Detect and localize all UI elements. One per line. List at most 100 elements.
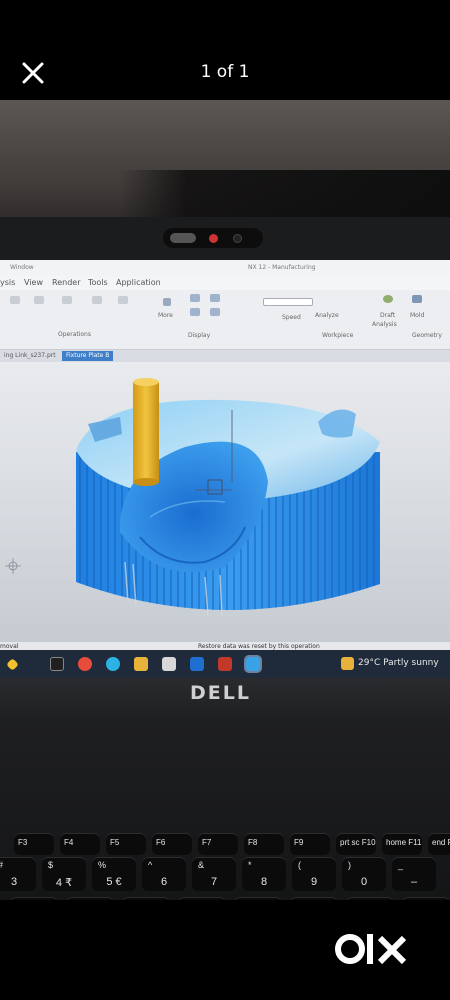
key-label: 4 ₹: [55, 877, 73, 889]
key[interactable]: F3: [14, 833, 54, 855]
ribbon-icon[interactable]: [92, 296, 102, 304]
file-explorer-icon[interactable]: [134, 657, 148, 671]
key[interactable]: home F11: [382, 833, 422, 855]
graphics-viewport[interactable]: [0, 362, 450, 642]
key-top-label: ^: [148, 860, 153, 870]
ribbon-icon[interactable]: [10, 296, 20, 304]
nx-icon[interactable]: [244, 655, 262, 673]
sparkle-icon[interactable]: [6, 658, 19, 671]
key-label: 8: [260, 876, 268, 888]
key[interactable]: F5: [106, 833, 146, 855]
cad-model: [5, 378, 380, 617]
key[interactable]: & 7: [192, 857, 236, 891]
dell-logo: DELL: [190, 682, 251, 704]
ribbon-icon[interactable]: [62, 296, 72, 304]
ribbon-mold-label[interactable]: Mold: [410, 312, 424, 319]
store-icon[interactable]: [162, 657, 176, 671]
key-label: 3: [10, 876, 18, 888]
key-top-label: F9: [294, 838, 304, 847]
key-top-label: ): [348, 860, 351, 870]
key[interactable]: % 5 €: [92, 857, 136, 891]
key[interactable]: ^ 6: [142, 857, 186, 891]
chrome-icon[interactable]: [78, 657, 92, 671]
ribbon-icon[interactable]: [190, 294, 200, 302]
mold-icon[interactable]: [412, 295, 422, 303]
ribbon-more-label[interactable]: More: [158, 312, 173, 319]
taskview-icon[interactable]: [50, 657, 64, 671]
key-label: –: [410, 876, 418, 888]
key-top-label: prt sc F10: [340, 838, 376, 847]
key-top-label: $: [48, 860, 54, 870]
ribbon-group-operations: Operations: [58, 331, 91, 338]
photo: Window NX 12 - Manufacturing ysis View R…: [0, 100, 450, 900]
speed-dropdown[interactable]: [263, 298, 313, 306]
key-label: 7: [210, 876, 218, 888]
ribbon-draft-label[interactable]: Draft: [380, 312, 395, 319]
app-icon[interactable]: [218, 657, 232, 671]
draft-icon[interactable]: [383, 295, 393, 303]
key[interactable]: #3: [0, 857, 36, 891]
olx-logo: [335, 934, 407, 965]
key-top-label: F7: [202, 838, 212, 847]
edge-icon[interactable]: [106, 657, 120, 671]
key-top-label: F8: [248, 838, 258, 847]
doc-tab-fixture-plate[interactable]: Fixture Plate B: [62, 351, 114, 361]
more-icon[interactable]: [163, 298, 171, 306]
ribbon-tab-application[interactable]: Application: [116, 278, 161, 287]
key[interactable]: F6: [152, 833, 192, 855]
app-titlebar: Window NX 12 - Manufacturing: [0, 260, 450, 276]
window-menu[interactable]: Window: [10, 264, 34, 271]
key[interactable]: F4: [60, 833, 100, 855]
key[interactable]: $4 ₹: [42, 857, 86, 891]
key-label: 6: [160, 876, 168, 888]
document-tabs: ing Link_s237.prt Fixture Plate B: [0, 350, 450, 362]
windows-taskbar: 29°C Partly sunny: [0, 650, 450, 678]
key[interactable]: _ –: [392, 857, 436, 891]
key[interactable]: ) 0: [342, 857, 386, 891]
ribbon-group-workpiece: Workpiece: [322, 332, 354, 339]
ribbon-tab-render[interactable]: Render: [52, 278, 80, 287]
key-top-label: end F: [432, 838, 450, 847]
key-top-label: %: [98, 860, 107, 870]
key[interactable]: F7: [198, 833, 238, 855]
viewer-header: 1 of 1: [0, 0, 450, 100]
webcam-shutter: [170, 233, 196, 243]
weather-text[interactable]: 29°C Partly sunny: [358, 658, 439, 668]
ribbon-tab-analysis[interactable]: ysis: [0, 278, 15, 287]
key-top-label: home F11: [386, 838, 422, 847]
key[interactable]: (9: [292, 857, 336, 891]
cutting-tool: [133, 382, 159, 482]
ribbon-icon[interactable]: [210, 294, 220, 302]
status-bar: moval Restore data was reset by this ope…: [0, 642, 450, 650]
status-left: moval: [0, 643, 19, 650]
key[interactable]: end F: [428, 833, 450, 855]
wcs-icon: [5, 558, 21, 574]
key-top-label: F5: [110, 838, 120, 847]
key-top-label: (: [298, 860, 301, 870]
webcam-lens: [233, 234, 242, 243]
ribbon-tab-tools[interactable]: Tools: [88, 278, 108, 287]
ribbon-icon[interactable]: [118, 296, 128, 304]
ribbon-icon[interactable]: [190, 308, 200, 316]
webcam-led: [209, 234, 218, 243]
ribbon-group-display: Display: [188, 332, 211, 339]
ribbon-icon[interactable]: [210, 308, 220, 316]
ribbon-analyze-label[interactable]: Analyze: [315, 312, 339, 319]
doc-tab-link[interactable]: ing Link_s237.prt: [0, 351, 60, 361]
ribbon-group-geometry: Geometry: [412, 332, 442, 339]
ribbon-analysis-label: Analysis: [372, 321, 397, 328]
ribbon-icon[interactable]: [34, 296, 44, 304]
ribbon: More Speed Analyze Draft Mold Analysis O…: [0, 290, 450, 350]
image-counter: 1 of 1: [200, 62, 250, 82]
key[interactable]: F9: [290, 833, 330, 855]
key[interactable]: prt sc F10: [336, 833, 376, 855]
weather-sun-icon: [341, 657, 354, 670]
key-label: 0: [360, 876, 368, 888]
mail-icon[interactable]: [190, 657, 204, 671]
status-message: Restore data was reset by this operation: [198, 643, 320, 650]
key[interactable]: * 8: [242, 857, 286, 891]
key-top-label: &: [198, 860, 205, 870]
key-top-label: _: [398, 860, 404, 870]
key[interactable]: F8: [244, 833, 284, 855]
ribbon-tab-view[interactable]: View: [24, 278, 43, 287]
